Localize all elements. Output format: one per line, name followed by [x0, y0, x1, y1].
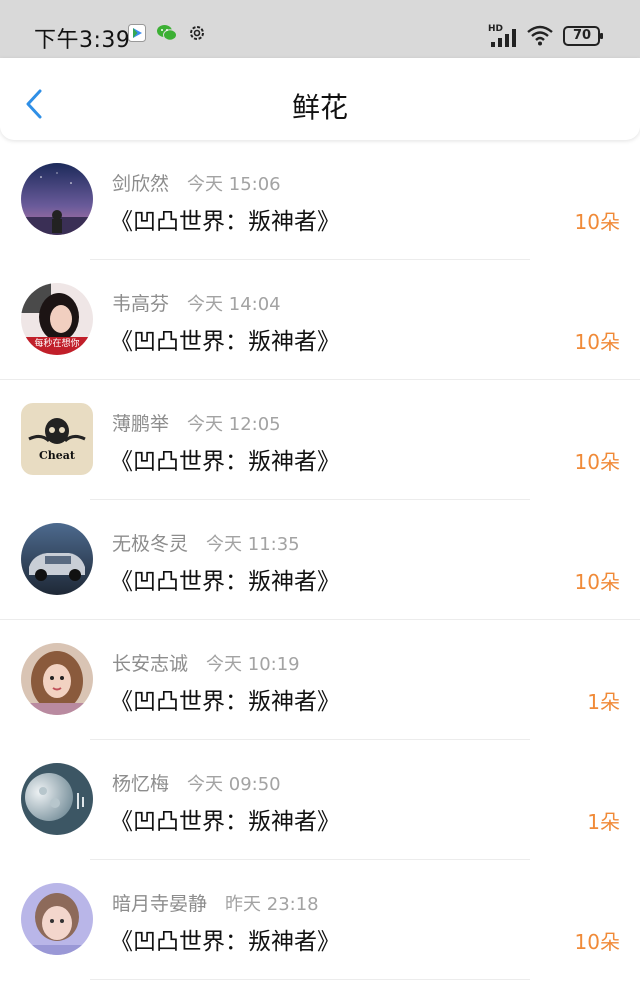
avatar[interactable]: Cheat [21, 403, 93, 475]
timestamp: 今天 10:19 [206, 654, 300, 675]
status-time: 下午3:39 [34, 28, 131, 53]
user-name-line: 无极冬灵 今天 11:35 [112, 529, 300, 556]
book-title[interactable]: 《凹凸世界：叛神者》 [110, 802, 340, 836]
user-name-line: 暗月寺晏静 昨天 23:18 [112, 889, 319, 916]
list-item[interactable]: 杨忆梅 今天 09:50 《凹凸世界：叛神者》 1朵 [0, 740, 640, 860]
avatar[interactable] [21, 523, 93, 595]
timestamp: 今天 14:04 [187, 294, 281, 315]
flower-count: 1朵 [587, 810, 620, 834]
timestamp: 昨天 23:18 [225, 894, 319, 915]
user-name[interactable]: 无极冬灵 [112, 533, 188, 555]
timestamp: 今天 15:06 [187, 174, 281, 195]
avatar[interactable] [21, 883, 93, 955]
user-name-line: 长安志诚 今天 10:19 [112, 649, 300, 676]
user-name-line: 剑欣然 今天 15:06 [112, 169, 281, 196]
flower-count: 1朵 [587, 690, 620, 714]
avatar[interactable] [21, 643, 93, 715]
flower-list: 剑欣然 今天 15:06 《凹凸世界：叛神者》 10朵 每秒在想你 韦高芬 今天 1… [0, 140, 640, 980]
avatar[interactable]: 每秒在想你 [21, 283, 93, 355]
status-bar: 下午3:39 HD 70 [0, 0, 640, 58]
flower-count: 10朵 [574, 570, 620, 594]
flower-count: 10朵 [574, 450, 620, 474]
user-name[interactable]: 长安志诚 [112, 653, 188, 675]
list-item[interactable]: 每秒在想你 韦高芬 今天 14:04 《凹凸世界：叛神者》 10朵 [0, 260, 640, 380]
list-item[interactable]: Cheat 薄鹏举 今天 12:05 《凹凸世界：叛神者》 10朵 [0, 380, 640, 500]
divider [90, 979, 530, 980]
list-item[interactable]: 剑欣然 今天 15:06 《凹凸世界：叛神者》 10朵 [0, 140, 640, 260]
book-title[interactable]: 《凹凸世界：叛神者》 [110, 562, 340, 596]
battery-level: 70 [572, 28, 592, 43]
nav-bar: 鲜花 [0, 58, 640, 140]
wifi-icon [526, 24, 554, 50]
user-name[interactable]: 薄鹏举 [112, 413, 169, 435]
signal-icon [490, 26, 520, 52]
wechat-icon [156, 24, 178, 46]
user-name[interactable]: 暗月寺晏静 [112, 893, 207, 915]
flower-count: 10朵 [574, 210, 620, 234]
book-title[interactable]: 《凹凸世界：叛神者》 [110, 442, 340, 476]
timestamp: 今天 12:05 [187, 414, 281, 435]
avatar-caption: 每秒在想你 [34, 337, 79, 349]
flower-count: 10朵 [574, 930, 620, 954]
list-item[interactable]: 无极冬灵 今天 11:35 《凹凸世界：叛神者》 10朵 [0, 500, 640, 620]
avatar[interactable] [21, 163, 93, 235]
settings-gear-icon [188, 24, 206, 46]
timestamp: 今天 11:35 [206, 534, 300, 555]
list-item[interactable]: 长安志诚 今天 10:19 《凹凸世界：叛神者》 1朵 [0, 620, 640, 740]
list-item[interactable]: 暗月寺晏静 昨天 23:18 《凹凸世界：叛神者》 10朵 [0, 860, 640, 980]
avatar-caption: Cheat [39, 449, 76, 462]
book-title[interactable]: 《凹凸世界：叛神者》 [110, 682, 340, 716]
user-name[interactable]: 韦高芬 [112, 293, 169, 315]
book-title[interactable]: 《凹凸世界：叛神者》 [110, 922, 340, 956]
book-title[interactable]: 《凹凸世界：叛神者》 [110, 322, 340, 356]
page-title: 鲜花 [291, 91, 348, 124]
user-name-line: 薄鹏举 今天 12:05 [112, 409, 281, 436]
user-name[interactable]: 剑欣然 [112, 173, 169, 195]
play-store-icon [128, 24, 146, 46]
flower-count: 10朵 [574, 330, 620, 354]
user-name-line: 杨忆梅 今天 09:50 [112, 769, 281, 796]
avatar[interactable] [21, 763, 93, 835]
book-title[interactable]: 《凹凸世界：叛神者》 [110, 202, 340, 236]
user-name-line: 韦高芬 今天 14:04 [112, 289, 281, 316]
user-name[interactable]: 杨忆梅 [112, 773, 169, 795]
timestamp: 今天 09:50 [187, 774, 281, 795]
